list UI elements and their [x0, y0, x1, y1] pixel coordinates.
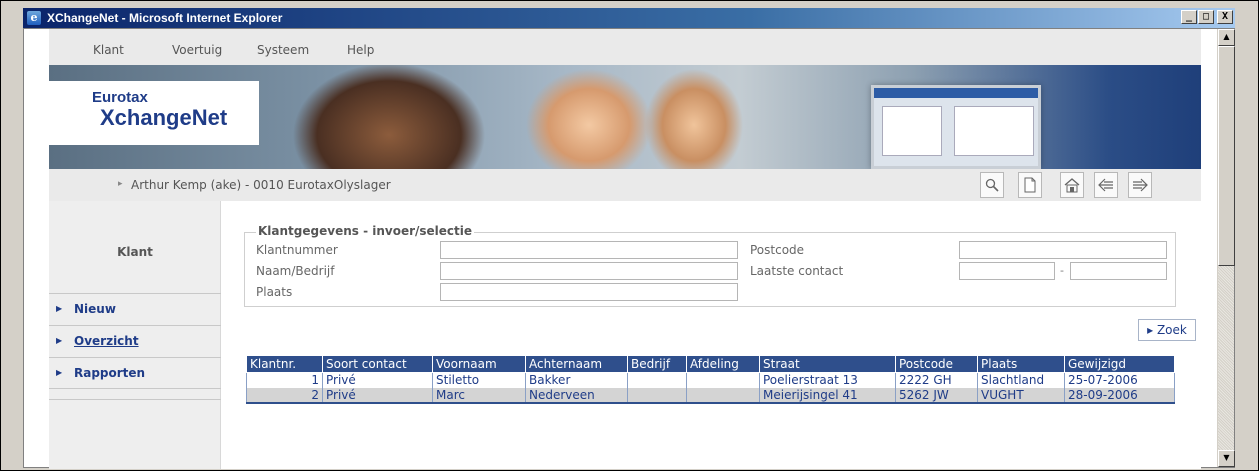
logo-xchangenet: XchangeNet: [100, 105, 228, 130]
table-cell: Bakker: [525, 372, 628, 388]
divider: [49, 388, 221, 389]
monitor-image: [871, 85, 1041, 169]
zoek-button[interactable]: ▸ Zoek: [1138, 319, 1196, 341]
table-cell: 5262 JW: [895, 387, 978, 403]
table-cell: Poelierstraat 13: [759, 372, 896, 388]
table-row[interactable]: 1 Privé Stiletto Bakker Poelierstraat 13…: [246, 372, 1175, 388]
sidebar-item-overzicht[interactable]: ▶ Overzicht: [49, 326, 221, 356]
postcode-label: Postcode: [750, 243, 805, 257]
naam-bedrijf-input[interactable]: [440, 262, 738, 280]
table-cell: [686, 372, 760, 388]
app-area: Klant Voertuig Systeem Help Eurotax Xcha…: [49, 29, 1201, 469]
column-header[interactable]: Achternaam: [525, 355, 628, 373]
column-header[interactable]: Bedrijf: [627, 355, 687, 373]
klantnummer-label: Klantnummer: [256, 243, 338, 257]
triangle-right-icon: ▶: [56, 304, 63, 313]
menu-item-systeem[interactable]: Systeem: [257, 43, 309, 57]
sidebar-item-nieuw[interactable]: ▶ Nieuw: [49, 294, 221, 324]
column-header[interactable]: Soort contact: [322, 355, 433, 373]
contact-from-input[interactable]: [959, 262, 1055, 280]
new-document-icon[interactable]: [1018, 172, 1042, 198]
close-button[interactable]: X: [1217, 10, 1233, 24]
table-cell: Privé: [322, 387, 433, 403]
column-header[interactable]: Klantnr.: [246, 355, 323, 373]
column-header[interactable]: Straat: [759, 355, 896, 373]
browser-window: e XChangeNet - Microsoft Internet Explor…: [0, 0, 1259, 471]
table-cell: Marc: [432, 387, 526, 403]
sidebar-item-label: Rapporten: [74, 366, 146, 380]
internet-explorer-icon: e: [26, 10, 42, 26]
table-cell: 25-07-2006: [1064, 372, 1175, 388]
table-cell: Slachtland: [977, 372, 1065, 388]
vertical-scrollbar[interactable]: ▲ ▼: [1217, 29, 1235, 467]
table-cell: Privé: [322, 372, 433, 388]
column-header[interactable]: Plaats: [977, 355, 1065, 373]
sidebar: Klant ▶ Nieuw ▶ Overzicht ▶ Rapporten: [49, 201, 221, 469]
column-header[interactable]: Voornaam: [432, 355, 526, 373]
menu-item-klant[interactable]: Klant: [93, 43, 124, 57]
table-cell: Stiletto: [432, 372, 526, 388]
table-cell: Meierijsingel 41: [759, 387, 896, 403]
search-icon[interactable]: [980, 172, 1004, 198]
sidebar-heading: Klant: [117, 245, 153, 259]
scroll-down-icon[interactable]: ▼: [1218, 450, 1235, 467]
triangle-right-icon: ▶: [56, 336, 63, 345]
back-arrow-icon[interactable]: [1094, 172, 1118, 198]
forward-arrow-icon[interactable]: [1128, 172, 1152, 198]
table-row[interactable]: 2 Privé Marc Nederveen Meierijsingel 41 …: [246, 387, 1175, 403]
window-controls: _ □ X: [1180, 10, 1233, 24]
menu-bar: Klant Voertuig Systeem Help: [49, 29, 1201, 65]
home-icon[interactable]: [1060, 172, 1084, 198]
divider: [49, 399, 221, 400]
minimize-button[interactable]: _: [1181, 10, 1197, 24]
column-header[interactable]: Postcode: [895, 355, 978, 373]
table-header-row: Klantnr. Soort contact Voornaam Achterna…: [246, 355, 1175, 373]
table-cell: [686, 387, 760, 403]
table-cell: [627, 372, 687, 388]
user-info: Arthur Kemp (ake) - 0010 EurotaxOlyslage…: [131, 178, 391, 192]
column-header[interactable]: Gewijzigd: [1064, 355, 1175, 373]
header-banner: Eurotax XchangeNet: [49, 65, 1201, 169]
column-header[interactable]: Afdeling: [686, 355, 760, 373]
fieldset-legend: Klantgegevens - invoer/selectie: [256, 224, 475, 238]
postcode-input[interactable]: [959, 241, 1167, 259]
sidebar-item-label: Overzicht: [74, 334, 139, 348]
triangle-right-icon: ▶: [56, 368, 63, 377]
table-cell: VUGHT: [977, 387, 1065, 403]
table-cell: 2: [246, 387, 323, 403]
table-cell: [627, 387, 687, 403]
plaats-label: Plaats: [256, 285, 293, 299]
table-cell: Nederveen: [525, 387, 628, 403]
user-bar: ▸ Arthur Kemp (ake) - 0010 EurotaxOlysla…: [49, 169, 1201, 201]
sidebar-item-rapporten[interactable]: ▶ Rapporten: [49, 358, 221, 388]
scroll-thumb[interactable]: [1218, 46, 1235, 266]
range-dash: -: [1060, 264, 1064, 277]
menu-item-help[interactable]: Help: [347, 43, 374, 57]
user-arrow-icon: ▸: [118, 179, 123, 189]
results-table: Klantnr. Soort contact Voornaam Achterna…: [246, 355, 1175, 404]
sidebar-item-label: Nieuw: [74, 302, 116, 316]
maximize-button[interactable]: □: [1198, 10, 1214, 24]
table-cell: 1: [246, 372, 323, 388]
table-cell: 2222 GH: [895, 372, 978, 388]
laatste-contact-label: Laatste contact: [750, 264, 844, 278]
naam-bedrijf-label: Naam/Bedrijf: [256, 264, 335, 278]
plaats-input[interactable]: [440, 283, 738, 301]
menu-item-voertuig[interactable]: Voertuig: [172, 43, 222, 57]
scroll-up-icon[interactable]: ▲: [1218, 29, 1235, 46]
logo-eurotax: Eurotax: [92, 89, 148, 106]
window-title: XChangeNet - Microsoft Internet Explorer: [47, 11, 283, 25]
klantnummer-input[interactable]: [440, 241, 738, 259]
title-bar: e XChangeNet - Microsoft Internet Explor…: [23, 8, 1235, 28]
table-cell: 28-09-2006: [1064, 387, 1175, 403]
browser-content: Klant Voertuig Systeem Help Eurotax Xcha…: [23, 28, 1235, 469]
contact-to-input[interactable]: [1070, 262, 1167, 280]
